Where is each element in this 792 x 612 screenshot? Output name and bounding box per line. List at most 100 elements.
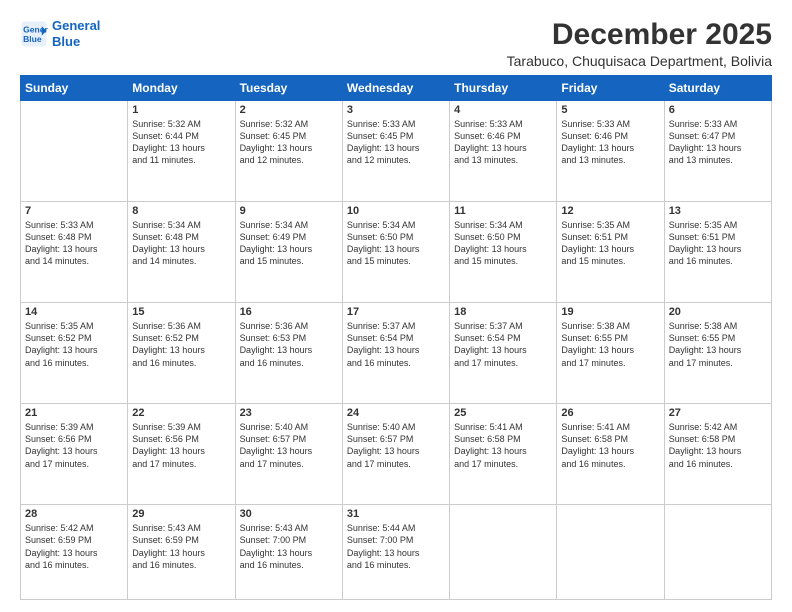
day-info: Sunrise: 5:35 AM Sunset: 6:52 PM Dayligh… (25, 320, 123, 369)
calendar-cell: 9 Sunrise: 5:34 AM Sunset: 6:49 PM Daylig… (235, 202, 342, 303)
calendar-cell: 2 Sunrise: 5:32 AM Sunset: 6:45 PM Daylig… (235, 101, 342, 202)
calendar-cell: 29 Sunrise: 5:43 AM Sunset: 6:59 PM Dayli… (128, 505, 235, 600)
day-number: 20 (669, 306, 767, 318)
day-info: Sunrise: 5:40 AM Sunset: 6:57 PM Dayligh… (240, 421, 338, 470)
calendar-cell: 10 Sunrise: 5:34 AM Sunset: 6:50 PM Dayli… (342, 202, 449, 303)
calendar-cell (557, 505, 664, 600)
day-info: Sunrise: 5:33 AM Sunset: 6:48 PM Dayligh… (25, 219, 123, 268)
header: General Blue General Blue December 2025 … (20, 18, 772, 69)
day-info: Sunrise: 5:42 AM Sunset: 6:58 PM Dayligh… (669, 421, 767, 470)
calendar-header-friday: Friday (557, 76, 664, 101)
day-number: 3 (347, 104, 445, 116)
calendar-cell: 22Sunrise: 5:39 AM Sunset: 6:56 PM Dayli… (128, 404, 235, 505)
day-info: Sunrise: 5:34 AM Sunset: 6:50 PM Dayligh… (347, 219, 445, 268)
day-info: Sunrise: 5:34 AM Sunset: 6:50 PM Dayligh… (454, 219, 552, 268)
day-info: Sunrise: 5:41 AM Sunset: 6:58 PM Dayligh… (454, 421, 552, 470)
calendar-cell: 25 Sunrise: 5:41 AM Sunset: 6:58 PM Dayli… (450, 404, 557, 505)
day-number: 14 (25, 306, 123, 318)
day-info: Sunrise: 5:39 AM Sunset: 6:56 PM Dayligh… (25, 421, 123, 470)
calendar-cell: 20 Sunrise: 5:38 AM Sunset: 6:55 PM Dayli… (664, 303, 771, 404)
day-info: Sunrise: 5:39 AM Sunset: 6:56 PM Dayligh… (132, 421, 230, 470)
calendar-week-0: 1Sunrise: 5:32 AM Sunset: 6:44 PM Daylig… (21, 101, 772, 202)
day-number: 25 (454, 407, 552, 419)
day-info: Sunrise: 5:37 AM Sunset: 6:54 PM Dayligh… (454, 320, 552, 369)
day-number: 12 (561, 205, 659, 217)
day-number: 21 (25, 407, 123, 419)
calendar-cell: 17Sunrise: 5:37 AM Sunset: 6:54 PM Dayli… (342, 303, 449, 404)
day-number: 19 (561, 306, 659, 318)
calendar-cell: 27 Sunrise: 5:42 AM Sunset: 6:58 PM Dayli… (664, 404, 771, 505)
calendar-cell: 26 Sunrise: 5:41 AM Sunset: 6:58 PM Dayli… (557, 404, 664, 505)
day-info: Sunrise: 5:42 AM Sunset: 6:59 PM Dayligh… (25, 522, 123, 571)
day-info: Sunrise: 5:34 AM Sunset: 6:48 PM Dayligh… (132, 219, 230, 268)
calendar-cell: 1Sunrise: 5:32 AM Sunset: 6:44 PM Daylig… (128, 101, 235, 202)
calendar-cell: 19Sunrise: 5:38 AM Sunset: 6:55 PM Dayli… (557, 303, 664, 404)
calendar-cell: 18 Sunrise: 5:37 AM Sunset: 6:54 PM Dayli… (450, 303, 557, 404)
day-number: 18 (454, 306, 552, 318)
day-info: Sunrise: 5:33 AM Sunset: 6:46 PM Dayligh… (561, 118, 659, 167)
calendar-week-4: 28Sunrise: 5:42 AM Sunset: 6:59 PM Dayli… (21, 505, 772, 600)
day-number: 13 (669, 205, 767, 217)
day-info: Sunrise: 5:33 AM Sunset: 6:47 PM Dayligh… (669, 118, 767, 167)
logo-line2: Blue (52, 34, 80, 49)
day-number: 9 (240, 205, 338, 217)
calendar-cell (21, 101, 128, 202)
day-number: 30 (240, 508, 338, 520)
calendar-week-1: 7 Sunrise: 5:33 AM Sunset: 6:48 PM Daylig… (21, 202, 772, 303)
day-number: 10 (347, 205, 445, 217)
calendar-cell: 6Sunrise: 5:33 AM Sunset: 6:47 PM Daylig… (664, 101, 771, 202)
calendar-cell: 13 Sunrise: 5:35 AM Sunset: 6:51 PM Dayli… (664, 202, 771, 303)
day-info: Sunrise: 5:43 AM Sunset: 6:59 PM Dayligh… (132, 522, 230, 571)
calendar-cell: 5 Sunrise: 5:33 AM Sunset: 6:46 PM Daylig… (557, 101, 664, 202)
day-number: 4 (454, 104, 552, 116)
day-info: Sunrise: 5:35 AM Sunset: 6:51 PM Dayligh… (561, 219, 659, 268)
day-info: Sunrise: 5:38 AM Sunset: 6:55 PM Dayligh… (669, 320, 767, 369)
calendar-cell: 4 Sunrise: 5:33 AM Sunset: 6:46 PM Daylig… (450, 101, 557, 202)
day-info: Sunrise: 5:44 AM Sunset: 7:00 PM Dayligh… (347, 522, 445, 571)
calendar-header-tuesday: Tuesday (235, 76, 342, 101)
logo-line1: General (52, 18, 100, 33)
main-title: December 2025 (507, 18, 772, 51)
day-info: Sunrise: 5:35 AM Sunset: 6:51 PM Dayligh… (669, 219, 767, 268)
day-number: 15 (132, 306, 230, 318)
day-number: 16 (240, 306, 338, 318)
calendar-cell: 30 Sunrise: 5:43 AM Sunset: 7:00 PM Dayli… (235, 505, 342, 600)
calendar-cell: 11Sunrise: 5:34 AM Sunset: 6:50 PM Dayli… (450, 202, 557, 303)
day-number: 29 (132, 508, 230, 520)
day-info: Sunrise: 5:33 AM Sunset: 6:46 PM Dayligh… (454, 118, 552, 167)
calendar-cell: 14 Sunrise: 5:35 AM Sunset: 6:52 PM Dayli… (21, 303, 128, 404)
calendar-header-wednesday: Wednesday (342, 76, 449, 101)
day-info: Sunrise: 5:32 AM Sunset: 6:44 PM Dayligh… (132, 118, 230, 167)
calendar-cell: 3 Sunrise: 5:33 AM Sunset: 6:45 PM Daylig… (342, 101, 449, 202)
day-number: 31 (347, 508, 445, 520)
logo: General Blue General Blue (20, 18, 100, 49)
svg-text:Blue: Blue (23, 33, 42, 43)
day-info: Sunrise: 5:41 AM Sunset: 6:58 PM Dayligh… (561, 421, 659, 470)
logo-text: General Blue (52, 18, 100, 49)
day-number: 7 (25, 205, 123, 217)
day-info: Sunrise: 5:43 AM Sunset: 7:00 PM Dayligh… (240, 522, 338, 571)
calendar-cell: 12 Sunrise: 5:35 AM Sunset: 6:51 PM Dayli… (557, 202, 664, 303)
day-number: 8 (132, 205, 230, 217)
day-info: Sunrise: 5:34 AM Sunset: 6:49 PM Dayligh… (240, 219, 338, 268)
calendar-cell: 15Sunrise: 5:36 AM Sunset: 6:52 PM Dayli… (128, 303, 235, 404)
day-number: 23 (240, 407, 338, 419)
subtitle: Tarabuco, Chuquisaca Department, Bolivia (507, 53, 772, 69)
day-number: 2 (240, 104, 338, 116)
calendar-header-monday: Monday (128, 76, 235, 101)
calendar-header-thursday: Thursday (450, 76, 557, 101)
day-info: Sunrise: 5:32 AM Sunset: 6:45 PM Dayligh… (240, 118, 338, 167)
day-number: 24 (347, 407, 445, 419)
calendar-cell: 7 Sunrise: 5:33 AM Sunset: 6:48 PM Daylig… (21, 202, 128, 303)
day-number: 17 (347, 306, 445, 318)
logo-icon: General Blue (20, 20, 48, 48)
calendar-week-2: 14 Sunrise: 5:35 AM Sunset: 6:52 PM Dayli… (21, 303, 772, 404)
page: General Blue General Blue December 2025 … (0, 0, 792, 612)
calendar-cell: 28Sunrise: 5:42 AM Sunset: 6:59 PM Dayli… (21, 505, 128, 600)
calendar-table: SundayMondayTuesdayWednesdayThursdayFrid… (20, 75, 772, 600)
day-number: 27 (669, 407, 767, 419)
day-number: 26 (561, 407, 659, 419)
day-info: Sunrise: 5:33 AM Sunset: 6:45 PM Dayligh… (347, 118, 445, 167)
day-number: 5 (561, 104, 659, 116)
calendar-cell: 16Sunrise: 5:36 AM Sunset: 6:53 PM Dayli… (235, 303, 342, 404)
